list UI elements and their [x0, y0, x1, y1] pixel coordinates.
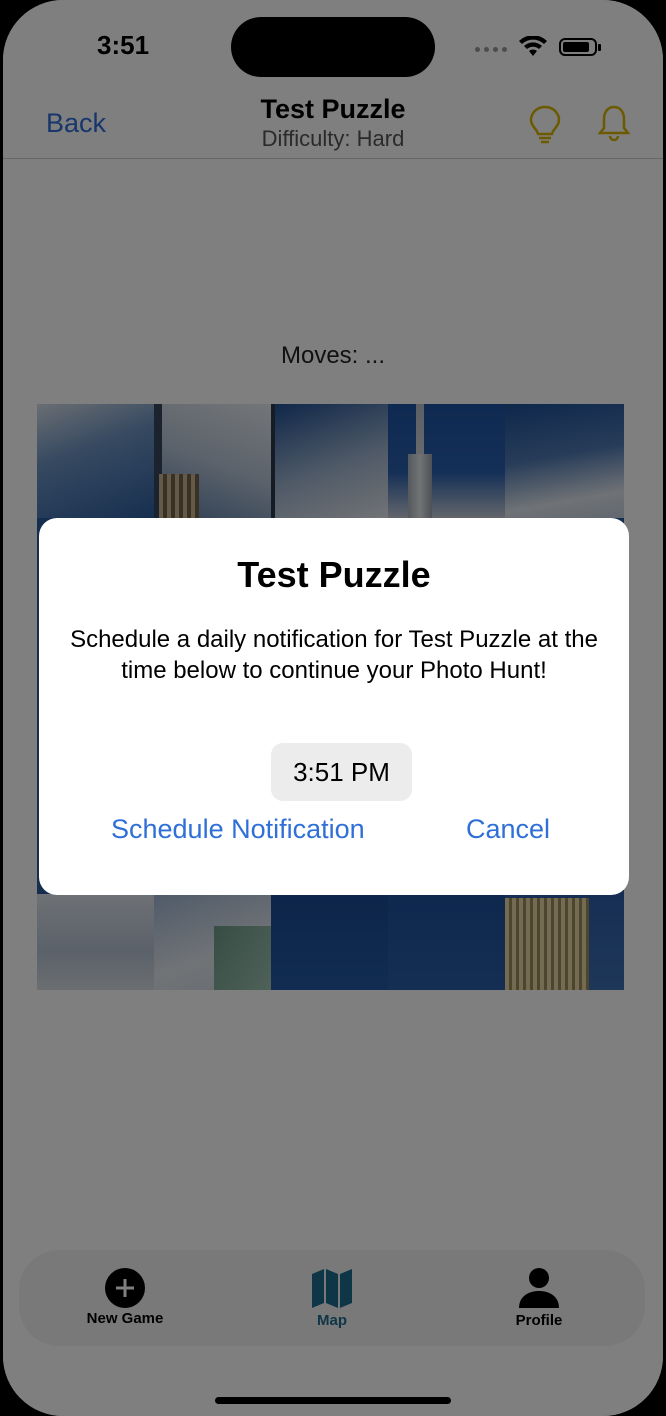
notification-dialog: Test Puzzle Schedule a daily notificatio… — [39, 518, 629, 895]
dialog-message: Schedule a daily notification for Test P… — [70, 626, 598, 684]
schedule-notification-button[interactable]: Schedule Notification — [111, 814, 365, 845]
time-picker[interactable]: 3:51 PM — [271, 743, 412, 801]
screen: 3:51 Back Test Puzzle Difficulty: Hard M… — [3, 0, 663, 1416]
dialog-title: Test Puzzle — [237, 554, 431, 595]
phone-frame: 3:51 Back Test Puzzle Difficulty: Hard M… — [0, 0, 666, 1416]
cancel-button[interactable]: Cancel — [466, 814, 550, 845]
